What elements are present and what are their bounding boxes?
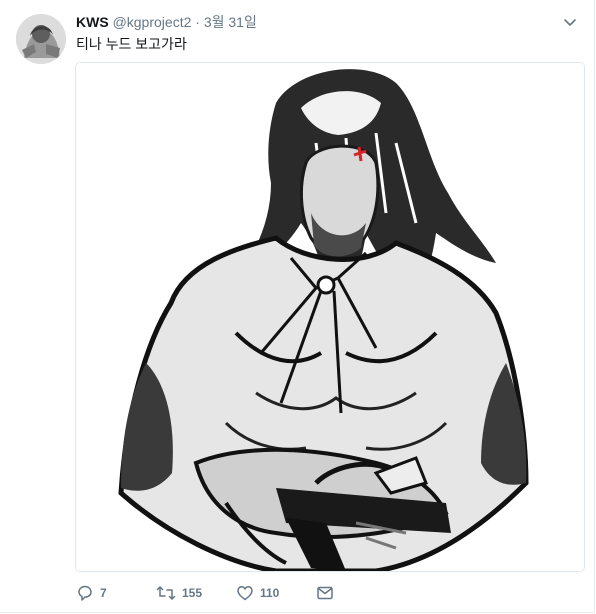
display-name[interactable]: KWS xyxy=(76,14,109,30)
reply-count: 7 xyxy=(100,586,107,600)
retweet-count: 155 xyxy=(182,586,203,600)
tweet-image[interactable] xyxy=(75,62,585,572)
tweet-date[interactable]: 3월 31일 xyxy=(204,14,257,30)
reply-icon xyxy=(76,584,94,602)
retweet-button[interactable]: 155 xyxy=(156,584,236,602)
avatar[interactable] xyxy=(16,14,66,64)
like-button[interactable]: 110 xyxy=(236,584,316,602)
tweet-text: 티나 누드 보고가라 xyxy=(76,36,187,52)
artwork-image xyxy=(76,63,584,571)
message-button[interactable] xyxy=(316,584,334,602)
user-handle[interactable]: @kgproject2 xyxy=(113,14,192,30)
separator: · xyxy=(195,14,200,30)
tweet-card[interactable]: KWS @kgproject2 · 3월 31일 티나 누드 보고가라 7 15… xyxy=(0,0,595,613)
chevron-down-icon[interactable] xyxy=(562,14,578,30)
envelope-icon xyxy=(316,584,334,602)
reply-button[interactable]: 7 xyxy=(76,584,156,602)
heart-icon xyxy=(236,584,254,602)
tweet-header: KWS @kgproject2 · 3월 31일 xyxy=(76,13,257,31)
retweet-icon xyxy=(156,584,176,602)
like-count: 110 xyxy=(260,586,280,600)
avatar-image xyxy=(16,14,66,64)
tweet-actions: 7 155 110 xyxy=(76,582,334,604)
